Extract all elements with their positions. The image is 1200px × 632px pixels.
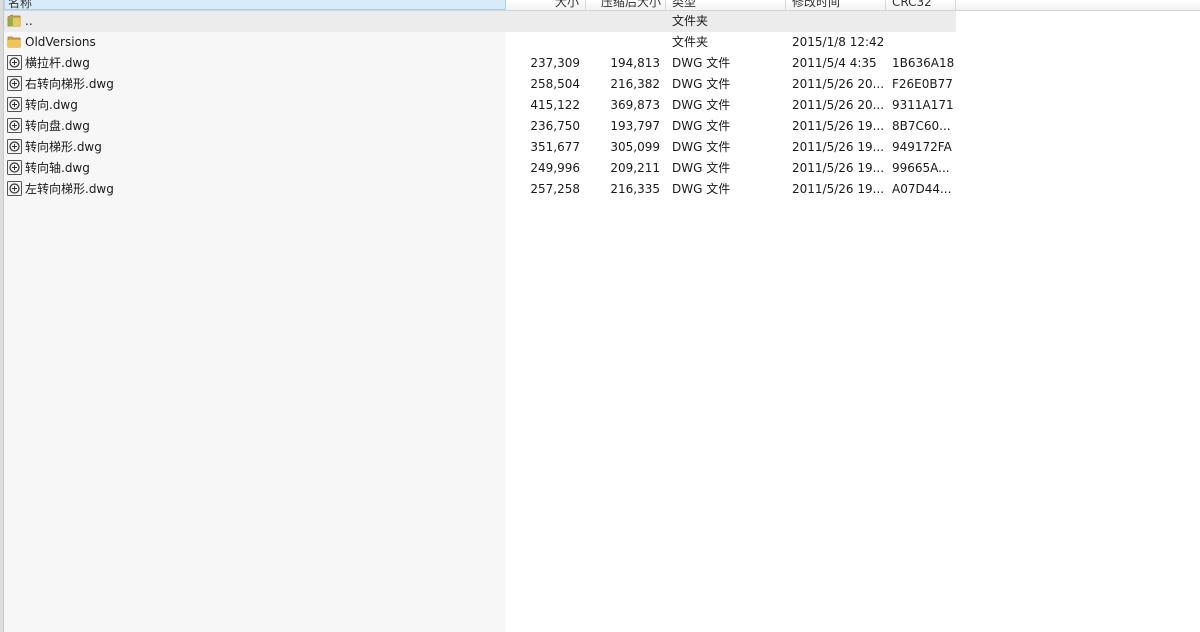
file-crc-cell: 1B636A18 <box>892 56 955 70</box>
file-crc-cell <box>892 11 956 32</box>
file-name-label: 转向.dwg <box>25 98 78 112</box>
column-header-bar: 名称 大小 压缩后大小 类型 修改时间 CRC32 <box>4 0 1200 11</box>
file-modified-cell: 2015/1/8 12:42 <box>792 35 884 49</box>
file-size-cell: 249,996 <box>530 161 580 175</box>
file-type-cell: DWG 文件 <box>672 182 731 196</box>
file-size-cell <box>506 32 580 53</box>
file-name-label: 转向梯形.dwg <box>25 140 102 154</box>
file-packed-size-cell: 194,813 <box>610 56 660 70</box>
file-packed-size-cell: 216,382 <box>610 77 660 91</box>
dwg-file-icon <box>7 160 22 175</box>
file-size-cell: 237,309 <box>530 56 580 70</box>
list-item[interactable]: 转向盘.dwg 236,750 193,797 DWG 文件 2011/5/26… <box>4 116 956 137</box>
file-size-cell: 415,122 <box>530 98 580 112</box>
file-type-cell: 文件夹 <box>672 14 709 28</box>
file-modified-cell: 2011/5/26 20... <box>792 98 884 112</box>
file-size-cell: 236,750 <box>530 119 580 133</box>
file-modified-cell: 2011/5/26 19... <box>792 119 884 133</box>
file-crc-cell: F26E0B77 <box>892 77 953 91</box>
file-type-cell: DWG 文件 <box>672 140 731 154</box>
file-name-label: 右转向梯形.dwg <box>25 77 114 91</box>
column-header-modified[interactable]: 修改时间 <box>786 0 886 10</box>
list-item[interactable]: 左转向梯形.dwg 257,258 216,335 DWG 文件 2011/5/… <box>4 179 956 200</box>
list-item-parent-folder[interactable]: .. 文件夹 <box>4 11 956 32</box>
dwg-file-icon <box>7 139 22 154</box>
list-item[interactable]: 横拉杆.dwg 237,309 194,813 DWG 文件 2011/5/4 … <box>4 53 956 74</box>
column-header-type[interactable]: 类型 <box>666 0 786 10</box>
file-crc-cell: 99665A... <box>892 161 950 175</box>
column-header-size[interactable]: 大小 <box>506 0 586 10</box>
column-header-packed-size[interactable]: 压缩后大小 <box>586 0 666 10</box>
file-name-label: 转向轴.dwg <box>25 161 90 175</box>
file-name-cell: OldVersions <box>4 32 507 53</box>
file-name-cell: 左转向梯形.dwg <box>4 179 507 200</box>
file-type-cell: DWG 文件 <box>672 119 731 133</box>
file-modified-cell: 2011/5/26 19... <box>792 161 884 175</box>
file-size-cell: 258,504 <box>530 77 580 91</box>
list-item[interactable]: 转向梯形.dwg 351,677 305,099 DWG 文件 2011/5/2… <box>4 137 956 158</box>
list-item-oldversions-folder[interactable]: OldVersions 文件夹 2015/1/8 12:42 <box>4 32 956 53</box>
file-crc-cell: 949172FA <box>892 140 952 154</box>
column-header-crc32[interactable]: CRC32 <box>886 0 956 10</box>
file-name-label: 转向盘.dwg <box>25 119 90 133</box>
file-modified-cell: 2011/5/26 19... <box>792 182 884 196</box>
file-name-cell: 右转向梯形.dwg <box>4 74 507 95</box>
dwg-file-icon <box>7 97 22 112</box>
file-type-cell: DWG 文件 <box>672 161 731 175</box>
file-name-cell: 转向轴.dwg <box>4 158 507 179</box>
list-item[interactable]: 转向.dwg 415,122 369,873 DWG 文件 2011/5/26 … <box>4 95 956 116</box>
file-type-cell: DWG 文件 <box>672 56 731 70</box>
file-modified-cell: 2011/5/26 20... <box>792 77 884 91</box>
file-crc-cell: 9311A171 <box>892 98 954 112</box>
list-item[interactable]: 转向轴.dwg 249,996 209,211 DWG 文件 2011/5/26… <box>4 158 956 179</box>
file-type-cell: DWG 文件 <box>672 77 731 91</box>
archive-file-list-window: 名称 大小 压缩后大小 类型 修改时间 CRC32 .. 文件夹 OldVers… <box>0 0 1200 632</box>
file-size-cell <box>506 11 580 32</box>
file-name-cell: 横拉杆.dwg <box>4 53 507 74</box>
file-modified-cell <box>792 11 884 32</box>
column-header-name[interactable]: 名称 <box>4 0 506 10</box>
file-name-cell: 转向梯形.dwg <box>4 137 507 158</box>
file-size-cell: 351,677 <box>530 140 580 154</box>
list-item[interactable]: 右转向梯形.dwg 258,504 216,382 DWG 文件 2011/5/… <box>4 74 956 95</box>
folder-up-icon <box>7 13 22 28</box>
dwg-file-icon <box>7 55 22 70</box>
file-name-label: .. <box>25 14 33 28</box>
folder-icon <box>7 34 22 49</box>
file-name-cell: .. <box>4 11 507 32</box>
dwg-file-icon <box>7 181 22 196</box>
file-name-label: 横拉杆.dwg <box>25 56 90 70</box>
file-packed-size-cell <box>586 11 660 32</box>
file-name-label: OldVersions <box>25 35 96 49</box>
file-name-cell: 转向盘.dwg <box>4 116 507 137</box>
file-type-cell: 文件夹 <box>672 35 709 49</box>
file-name-cell: 转向.dwg <box>4 95 507 116</box>
file-crc-cell: A07D44... <box>892 182 952 196</box>
file-packed-size-cell: 369,873 <box>610 98 660 112</box>
file-packed-size-cell <box>586 32 660 53</box>
file-packed-size-cell: 209,211 <box>610 161 660 175</box>
file-size-cell: 257,258 <box>530 182 580 196</box>
file-list: .. 文件夹 OldVersions 文件夹 2015/1/8 12:42 横拉… <box>4 11 956 200</box>
file-packed-size-cell: 305,099 <box>610 140 660 154</box>
file-modified-cell: 2011/5/26 19... <box>792 140 884 154</box>
dwg-file-icon <box>7 118 22 133</box>
dwg-file-icon <box>7 76 22 91</box>
file-name-label: 左转向梯形.dwg <box>25 182 114 196</box>
file-packed-size-cell: 216,335 <box>610 182 660 196</box>
file-packed-size-cell: 193,797 <box>610 119 660 133</box>
file-crc-cell: 8B7C60... <box>892 119 951 133</box>
file-type-cell: DWG 文件 <box>672 98 731 112</box>
file-crc-cell <box>892 32 956 53</box>
file-modified-cell: 2011/5/4 4:35 <box>792 56 877 70</box>
